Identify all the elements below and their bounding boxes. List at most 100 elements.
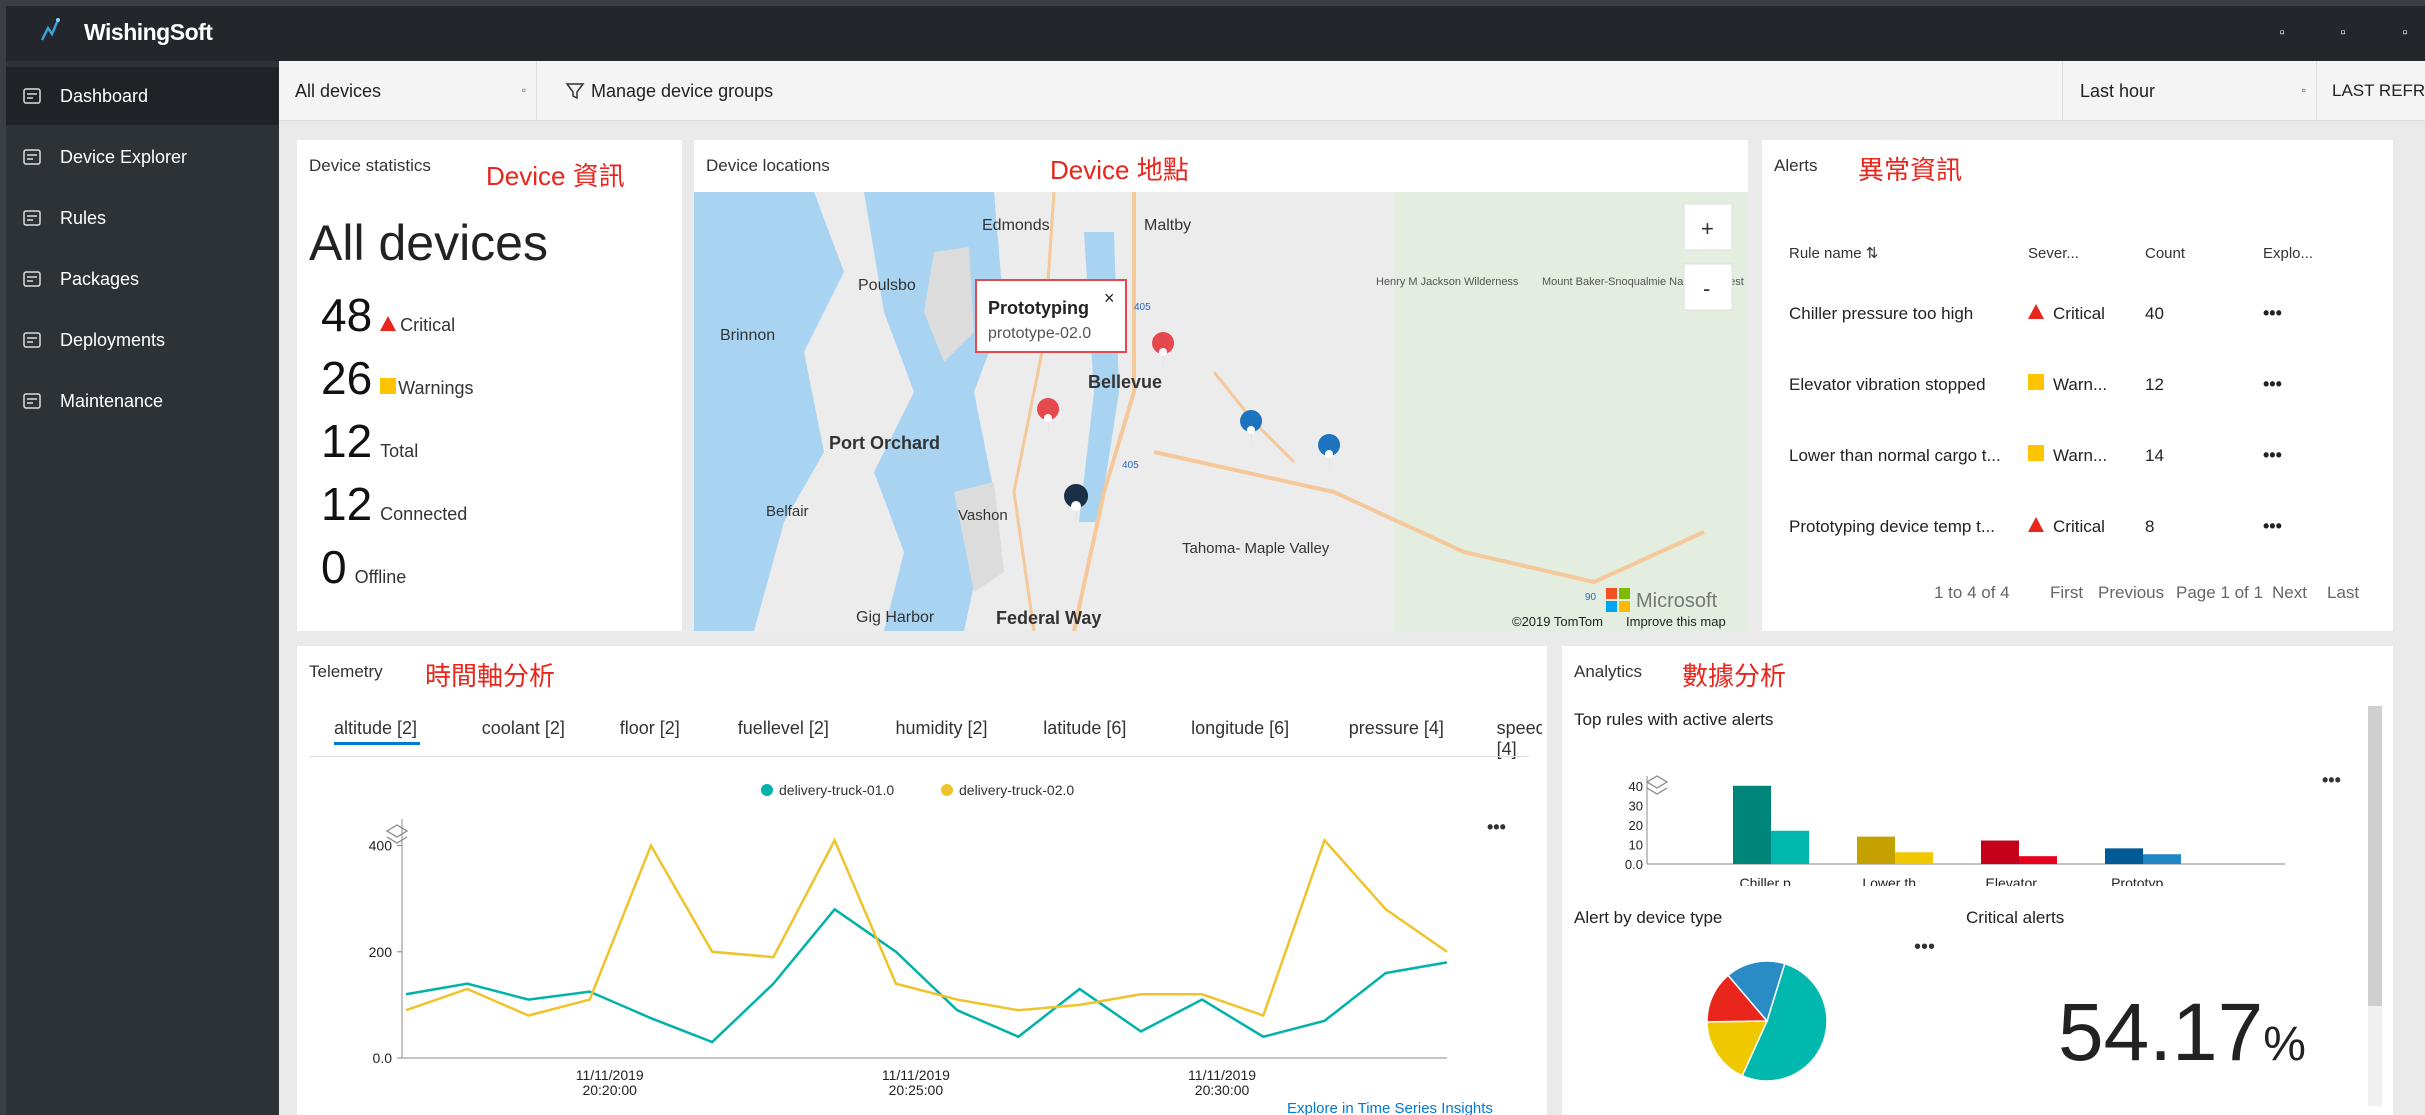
last-refreshed: LAST REFRESHED | 04:32:25 AM 11.12.2019 (2317, 61, 2425, 121)
telemetry-chart[interactable]: 4002000.011/11/201920:20:0011/11/201920:… (297, 761, 1547, 1115)
help-icon[interactable]: ▫ (2394, 22, 2416, 44)
pager-last[interactable]: Last (2327, 583, 2359, 603)
bar[interactable] (2143, 854, 2181, 864)
tab[interactable]: longitude [6] (1191, 718, 1289, 739)
column-rule-name[interactable]: Rule name ⇅ (1774, 228, 2028, 278)
bar[interactable] (2105, 848, 2143, 864)
critical-icon (2028, 516, 2044, 532)
bar[interactable] (1733, 785, 1771, 864)
legend-entry[interactable]: delivery-truck-02.0 (959, 782, 1074, 798)
map-label: Vashon (958, 507, 1008, 524)
severity-label: Critical (2053, 516, 2105, 536)
y-tick-label: 40 (1629, 779, 1643, 794)
y-tick-label: 10 (1629, 837, 1643, 852)
alert-count: 40 (2145, 303, 2164, 323)
tab[interactable]: floor [2] (620, 718, 680, 739)
bar[interactable] (1857, 836, 1895, 864)
app-window: WishingSoft ▫ ▫ ▫ ▫ Dashboard Device Expl… (6, 6, 2425, 1115)
sidebar-item-packages[interactable]: Packages (6, 250, 279, 308)
sidebar-item-maintenance[interactable]: Maintenance (6, 372, 279, 430)
tab[interactable]: pressure [4] (1349, 718, 1444, 739)
y-tick-label: 400 (369, 838, 393, 854)
close-icon[interactable]: × (1104, 288, 1115, 308)
bar[interactable] (1981, 840, 2019, 864)
legend-marker (761, 784, 773, 796)
x-tick-label: Chiller p... (1739, 875, 1802, 886)
map-label: Henry M Jackson Wilderness (1376, 276, 1519, 288)
stat-value: 48 (321, 289, 373, 341)
tab[interactable]: speed [4] (1497, 718, 1542, 760)
brand-name: WishingSoft (84, 19, 213, 45)
more-icon[interactable]: ••• (2263, 278, 2363, 349)
column-count[interactable]: Count (2145, 228, 2263, 278)
table-row[interactable]: Lower than normal cargo t... Warn... 14 ••• (1774, 420, 2363, 491)
y-tick-label: 30 (1629, 798, 1643, 813)
map-brand: Microsoft (1636, 590, 1718, 612)
sidebar-item-dashboard[interactable]: Dashboard (6, 67, 279, 125)
explore-tsi-link[interactable]: Explore in Time Series Insights (1287, 1100, 1493, 1115)
sidebar-item-rules[interactable]: Rules (6, 189, 279, 247)
highway-shield: 405 (1134, 302, 1151, 313)
manage-device-groups-button[interactable]: Manage device groups (537, 61, 2063, 121)
bar[interactable] (1771, 830, 1809, 864)
maintenance-icon (23, 393, 41, 409)
highway-shield: 405 (1122, 460, 1139, 471)
time-range-select[interactable]: Last hour ▫ (2063, 61, 2317, 121)
layers-icon[interactable] (1645, 775, 1669, 795)
more-icon[interactable]: ••• (2322, 770, 2341, 790)
stat-label: Critical (400, 315, 456, 335)
map-label: Federal Way (996, 608, 1101, 628)
stat-warnings: 26 Warnings (321, 351, 474, 405)
brand-logo-icon (40, 18, 60, 41)
top-rules-chart[interactable]: 40 30 20 10 0.0 Chiller p... Lower th... Elevat… (1562, 736, 2362, 886)
table-header: Rule name ⇅ Sever... Count Explo... (1774, 228, 2363, 278)
tab[interactable]: humidity [2] (896, 718, 988, 739)
tab[interactable]: altitude [2] (334, 718, 417, 739)
bar[interactable] (1895, 852, 1933, 864)
annotation-label: Device 資訊 (486, 161, 625, 191)
pager-next[interactable]: Next (2272, 583, 2307, 603)
tab[interactable]: latitude [6] (1043, 718, 1126, 739)
series-line (405, 837, 1448, 1018)
tab[interactable]: fuellevel [2] (738, 718, 829, 739)
scrollbar-thumb[interactable] (2368, 706, 2382, 1006)
tab[interactable]: coolant [2] (482, 718, 565, 739)
toolbar: All devices ▫ Manage device groups Last … (279, 61, 2425, 121)
zoom-in-button[interactable]: + (1683, 203, 1733, 251)
more-icon[interactable]: ••• (1914, 936, 1935, 959)
sidebar-item-label: Dashboard (60, 85, 149, 106)
device-group-value: All devices (295, 80, 382, 101)
notifications-icon[interactable]: ▫ (2271, 22, 2293, 44)
alert-type-pie[interactable] (1702, 956, 1832, 1086)
column-severity[interactable]: Sever... (2028, 228, 2145, 278)
map-label: Belfair (766, 503, 809, 520)
pager-first[interactable]: First (2050, 583, 2083, 603)
table-row[interactable]: Elevator vibration stopped Warn... 12 ••• (1774, 349, 2363, 420)
map-view[interactable]: Edmonds Maltby Poulsbo Brinnon Bellevue … (694, 192, 1748, 631)
alert-by-type-title: Alert by device type (1574, 908, 1723, 927)
scrollbar[interactable] (2368, 706, 2382, 1106)
pager-previous[interactable]: Previous (2098, 583, 2164, 603)
bar[interactable] (2019, 856, 2057, 864)
more-icon[interactable]: ••• (2263, 491, 2363, 562)
annotation-label: Device 地點 (1050, 155, 1189, 185)
more-icon[interactable]: ••• (1487, 817, 1506, 837)
device-group-select[interactable]: All devices ▫ (279, 61, 537, 121)
time-range-value: Last hour (2080, 80, 2156, 101)
zoom-out-label: - (1703, 276, 1710, 301)
more-icon[interactable]: ••• (2263, 349, 2363, 420)
table-row[interactable]: Prototyping device temp t... Critical 8 ••• (1774, 491, 2363, 562)
sidebar-item-device-explorer[interactable]: Device Explorer (6, 128, 279, 186)
panel-title: Analytics (1574, 662, 1643, 681)
more-icon[interactable]: ••• (2263, 420, 2363, 491)
map-label: Brinnon (720, 327, 775, 344)
column-explore[interactable]: Explo... (2263, 228, 2363, 278)
table-row[interactable]: Chiller pressure too high Critical 40 ••• (1774, 278, 2363, 349)
improve-map-link[interactable]: Improve this map (1626, 614, 1726, 629)
sidebar-item-deployments[interactable]: Deployments (6, 311, 279, 369)
legend-entry[interactable]: delivery-truck-01.0 (779, 782, 894, 798)
settings-icon[interactable]: ▫ (2332, 22, 2354, 44)
alert-count: 12 (2145, 374, 2164, 394)
zoom-out-button[interactable]: - (1683, 263, 1733, 311)
last-refreshed-text: LAST REFRESHED | 04:32:25 AM 11.12.2019 (2332, 81, 2425, 100)
